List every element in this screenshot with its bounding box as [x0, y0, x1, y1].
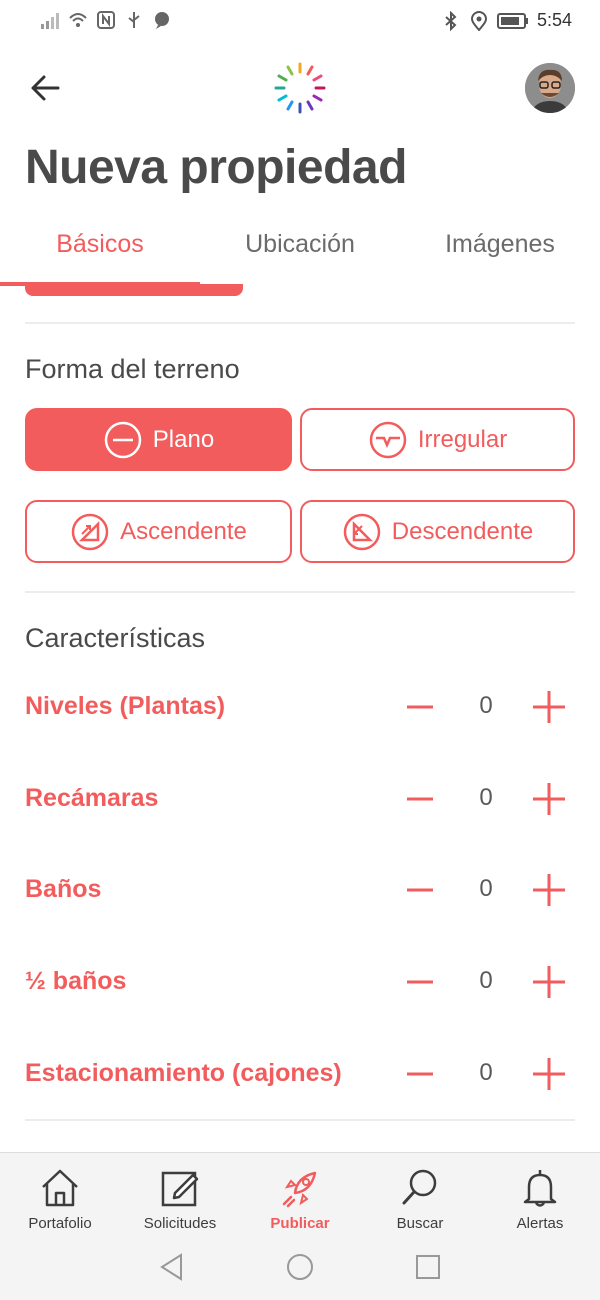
terrain-option-label: Irregular: [417, 425, 508, 453]
nav-item-solicitudes[interactable]: Solicitudes: [120, 1167, 240, 1232]
irregular-icon: [369, 421, 407, 458]
page-title: Nueva propiedad: [25, 141, 407, 194]
plus-icon[interactable]: [531, 1055, 567, 1093]
battery-icon: [496, 12, 528, 29]
search-icon: [402, 1169, 437, 1205]
system-back-icon[interactable]: [157, 1252, 187, 1282]
stepper-value: 0: [479, 784, 493, 811]
flat-icon: [104, 421, 142, 458]
ascending-icon: [71, 513, 109, 550]
stepper-row-medios-banos: ½ baños 0: [25, 957, 575, 1007]
sunburst-logo: [274, 62, 326, 114]
descending-icon: [343, 513, 381, 550]
stepper-value: 0: [479, 692, 493, 719]
wifi-icon: [69, 13, 87, 27]
stepper-value: 0: [479, 967, 493, 994]
terrain-option-label: Plano: [152, 425, 215, 453]
terrain-option-descendente[interactable]: Descendente: [300, 500, 575, 563]
stepper-label: Niveles (Plantas): [25, 692, 226, 720]
plus-icon[interactable]: [531, 780, 567, 818]
divider: [25, 1119, 575, 1121]
nav-label: Publicar: [270, 1215, 330, 1232]
stepper-value: 0: [479, 875, 493, 902]
status-left-icons: [40, 10, 172, 30]
terrain-option-irregular[interactable]: Irregular: [300, 408, 575, 471]
rocket-icon: [282, 1171, 317, 1208]
location-icon: [470, 10, 487, 31]
stepper-label: Estacionamiento (cajones): [25, 1059, 342, 1087]
plus-icon[interactable]: [531, 963, 567, 1001]
stepper-row-banos: Baños 0: [25, 865, 575, 915]
system-navigation-bar: [0, 1232, 600, 1300]
user-avatar[interactable]: [525, 63, 575, 113]
minus-icon[interactable]: [405, 782, 435, 816]
features-section-title: Características: [25, 623, 206, 653]
status-time: 5:54: [536, 10, 572, 30]
minus-icon[interactable]: [405, 690, 435, 724]
minus-icon[interactable]: [405, 965, 435, 999]
usb-icon: [128, 12, 140, 28]
nfc-icon: [97, 11, 115, 29]
edit-icon: [161, 1171, 199, 1207]
status-bar: 5:54: [0, 0, 600, 42]
stepper-value: 0: [479, 1059, 493, 1086]
tab-ubicacion[interactable]: Ubicación: [200, 230, 400, 259]
divider: [25, 322, 575, 324]
bluetooth-icon: [445, 10, 457, 31]
divider: [25, 591, 575, 593]
stepper-label: Baños: [25, 875, 102, 903]
nav-label: Buscar: [396, 1215, 444, 1232]
nav-label: Alertas: [516, 1215, 564, 1232]
stepper-row-estacionamiento: Estacionamiento (cajones) 0: [25, 1049, 575, 1099]
chat-icon: [155, 12, 169, 29]
terrain-option-ascendente[interactable]: Ascendente: [25, 500, 292, 563]
terrain-option-label: Descendente: [391, 517, 534, 545]
stepper-label: ½ baños: [25, 967, 127, 995]
stepper-row-niveles: Niveles (Plantas) 0: [25, 682, 575, 732]
stepper-row-recamaras: Recámaras 0: [25, 774, 575, 824]
nav-label: Portafolio: [28, 1215, 92, 1232]
minus-icon[interactable]: [405, 1057, 435, 1091]
status-right-icons: 5:54: [441, 10, 572, 31]
nav-item-alertas[interactable]: Alertas: [480, 1167, 600, 1232]
plus-icon[interactable]: [531, 688, 567, 726]
back-arrow-icon[interactable]: [26, 68, 66, 108]
plus-icon[interactable]: [531, 871, 567, 909]
tab-basicos[interactable]: Básicos: [0, 230, 200, 259]
terrain-option-plano[interactable]: Plano: [25, 408, 292, 471]
tab-bar: Básicos Ubicación Imágenes: [0, 222, 600, 286]
system-home-icon[interactable]: [285, 1252, 315, 1282]
tab-imagenes[interactable]: Imágenes: [400, 230, 600, 259]
nav-label: Solicitudes: [143, 1215, 217, 1232]
scrolled-content-edge: [25, 284, 243, 296]
bottom-navigation: Portafolio Solicitudes Publicar Buscar A…: [0, 1152, 600, 1232]
signal-icon: [41, 13, 59, 29]
stepper-label: Recámaras: [25, 784, 159, 812]
system-recents-icon[interactable]: [413, 1252, 443, 1282]
nav-item-buscar[interactable]: Buscar: [360, 1167, 480, 1232]
terrain-section-title: Forma del terreno: [25, 354, 240, 384]
house-icon: [42, 1169, 78, 1207]
nav-item-publicar[interactable]: Publicar: [240, 1167, 360, 1232]
terrain-option-label: Ascendente: [120, 517, 247, 545]
avatar-image: [525, 63, 575, 113]
minus-icon[interactable]: [405, 873, 435, 907]
nav-item-portafolio[interactable]: Portafolio: [0, 1167, 120, 1232]
bell-icon: [523, 1170, 557, 1207]
